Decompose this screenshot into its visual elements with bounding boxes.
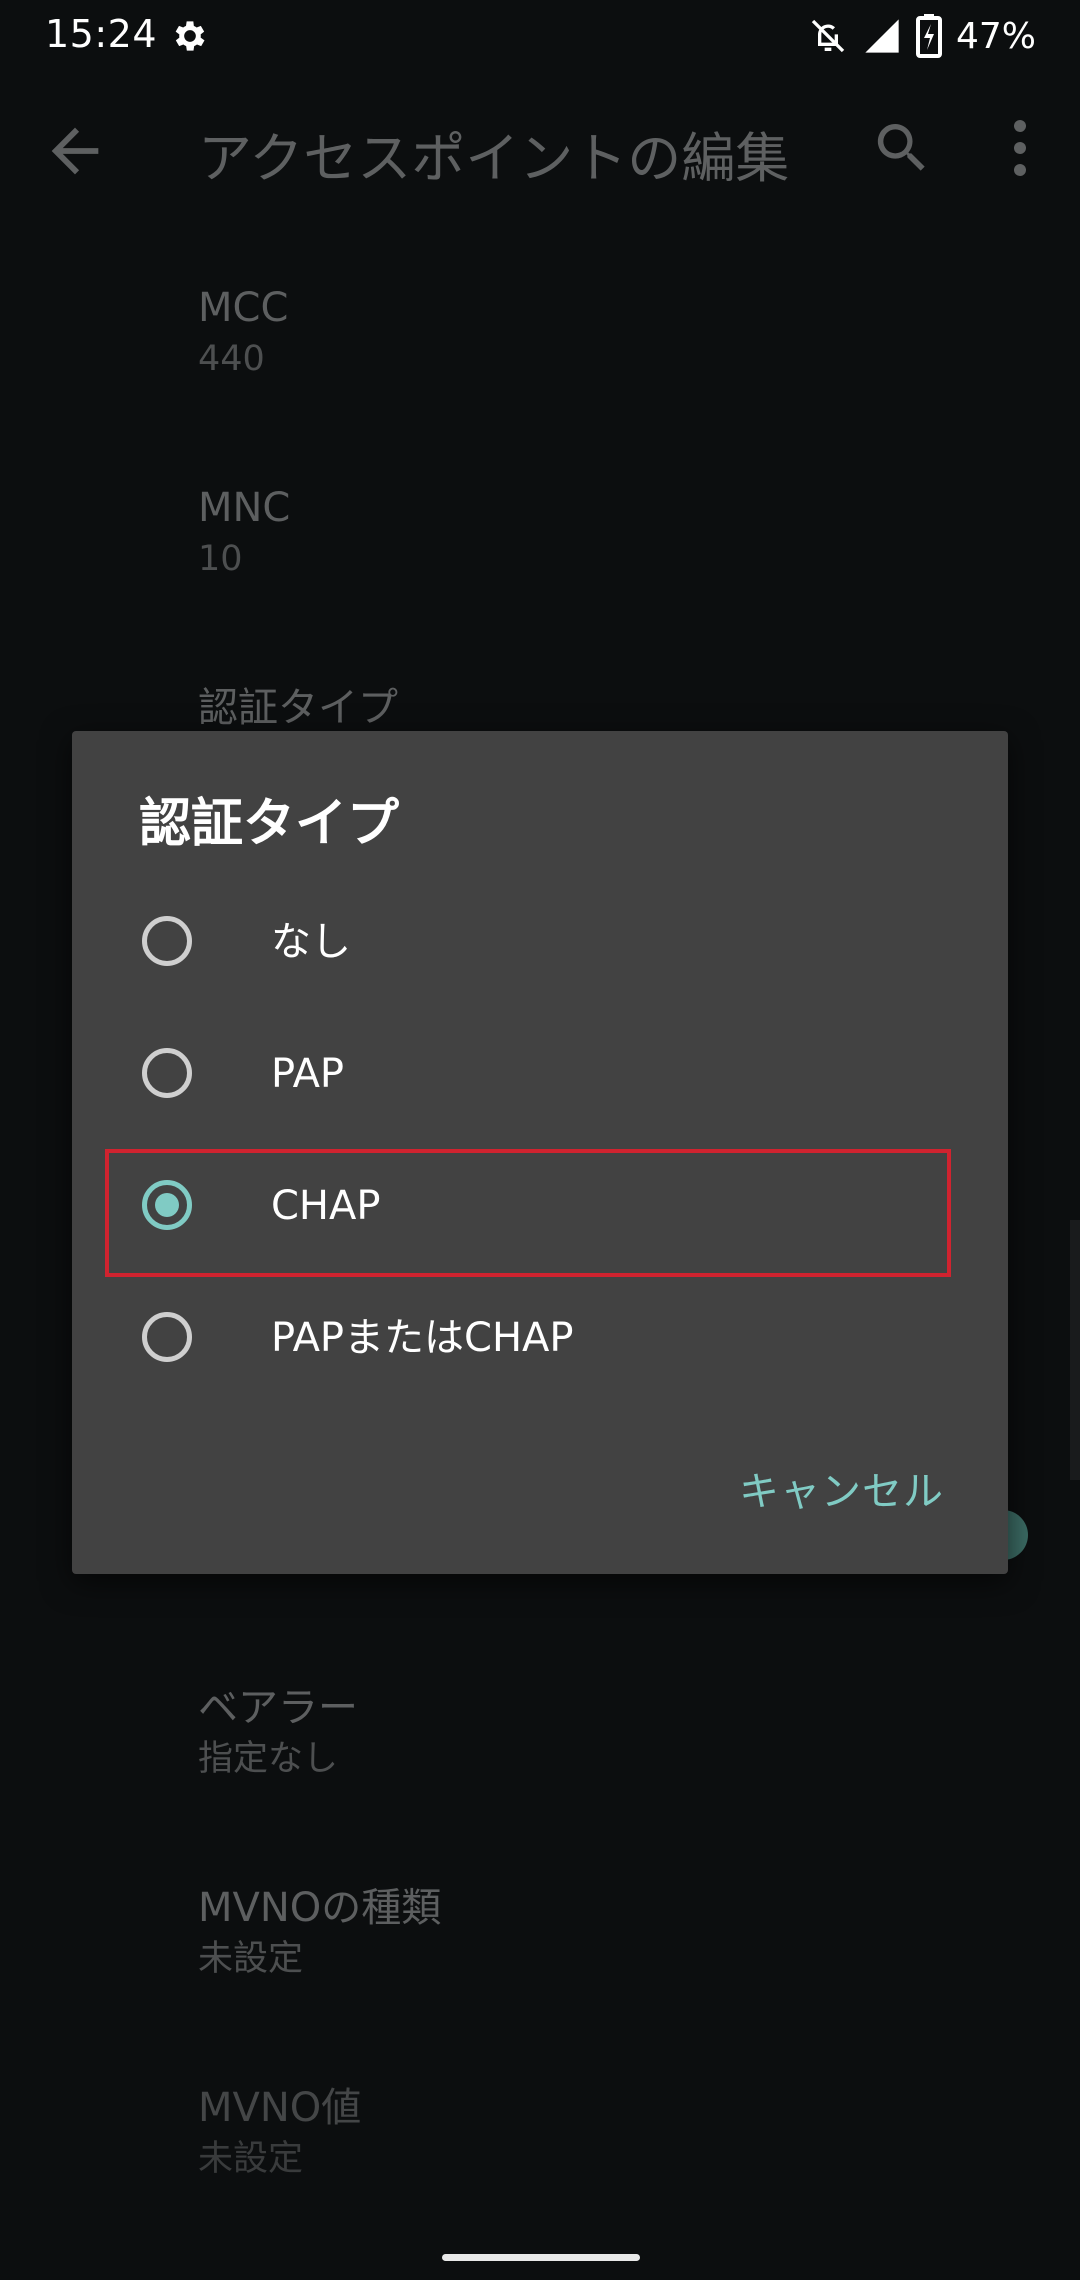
- pref-title: MVNOの種類: [198, 1885, 442, 1931]
- option-label: PAP: [271, 1051, 345, 1097]
- screen: 15:24 47% アクセスポイントの編集 MCC 440 MNC 10 認証タ…: [0, 0, 1080, 2280]
- pref-item-auth-type[interactable]: 認証タイプ: [198, 682, 1018, 734]
- pref-item-bearer[interactable]: ベアラー 指定なし: [198, 1682, 1018, 1784]
- dialog-title: 認証タイプ: [139, 794, 400, 854]
- radio-button[interactable]: [142, 916, 192, 966]
- home-indicator[interactable]: [442, 2254, 640, 2261]
- pref-summary: 440: [198, 339, 265, 379]
- battery-charging-icon: [915, 14, 942, 58]
- more-vert-icon[interactable]: [1000, 116, 1040, 180]
- radio-button[interactable]: [142, 1048, 192, 1098]
- pref-item-mvno-value[interactable]: MVNO値 未設定: [198, 2082, 1018, 2184]
- pref-item-mcc[interactable]: MCC 440: [198, 282, 1018, 384]
- pref-summary: 10: [198, 539, 243, 579]
- pref-summary: 未設定: [198, 2139, 304, 2179]
- pref-item-mvno-type[interactable]: MVNOの種類 未設定: [198, 1882, 1018, 1984]
- pref-title: 認証タイプ: [198, 685, 398, 731]
- status-bar: 15:24 47%: [0, 0, 1080, 76]
- pref-summary: 指定なし: [198, 1739, 339, 1779]
- highlight-annotation: [105, 1149, 951, 1277]
- app-bar: アクセスポイントの編集: [0, 76, 1080, 224]
- page-title: アクセスポイントの編集: [198, 127, 790, 190]
- radio-button[interactable]: [142, 1312, 192, 1362]
- scrollbar: [1070, 1220, 1080, 1480]
- pref-summary: 未設定: [198, 1939, 304, 1979]
- gear-icon: [175, 21, 205, 51]
- pref-title: ベアラー: [198, 1685, 358, 1731]
- option-label: なし: [271, 919, 351, 965]
- option-none[interactable]: なし: [72, 878, 1008, 1010]
- auth-type-dialog: 認証タイプ なし PAP CHAP PAPまたはCHAP キャンセル: [72, 731, 1008, 1574]
- status-time: 15:24: [45, 12, 158, 56]
- cancel-button[interactable]: キャンセル: [739, 1459, 944, 1517]
- pref-title: MNC: [198, 485, 291, 531]
- signal-icon: [865, 19, 899, 53]
- pref-title: MVNO値: [198, 2085, 362, 2131]
- pref-title: MCC: [198, 285, 289, 331]
- pref-item-mnc[interactable]: MNC 10: [198, 482, 1018, 584]
- search-icon[interactable]: [870, 116, 934, 180]
- back-arrow-icon[interactable]: [40, 116, 110, 186]
- status-icons: 47%: [808, 14, 1036, 58]
- option-pap-or-chap[interactable]: PAPまたはCHAP: [72, 1274, 1008, 1406]
- battery-percentage: 47%: [955, 15, 1036, 57]
- option-label: PAPまたはCHAP: [271, 1315, 574, 1361]
- option-pap[interactable]: PAP: [72, 1010, 1008, 1142]
- notifications-off-icon: [811, 19, 845, 53]
